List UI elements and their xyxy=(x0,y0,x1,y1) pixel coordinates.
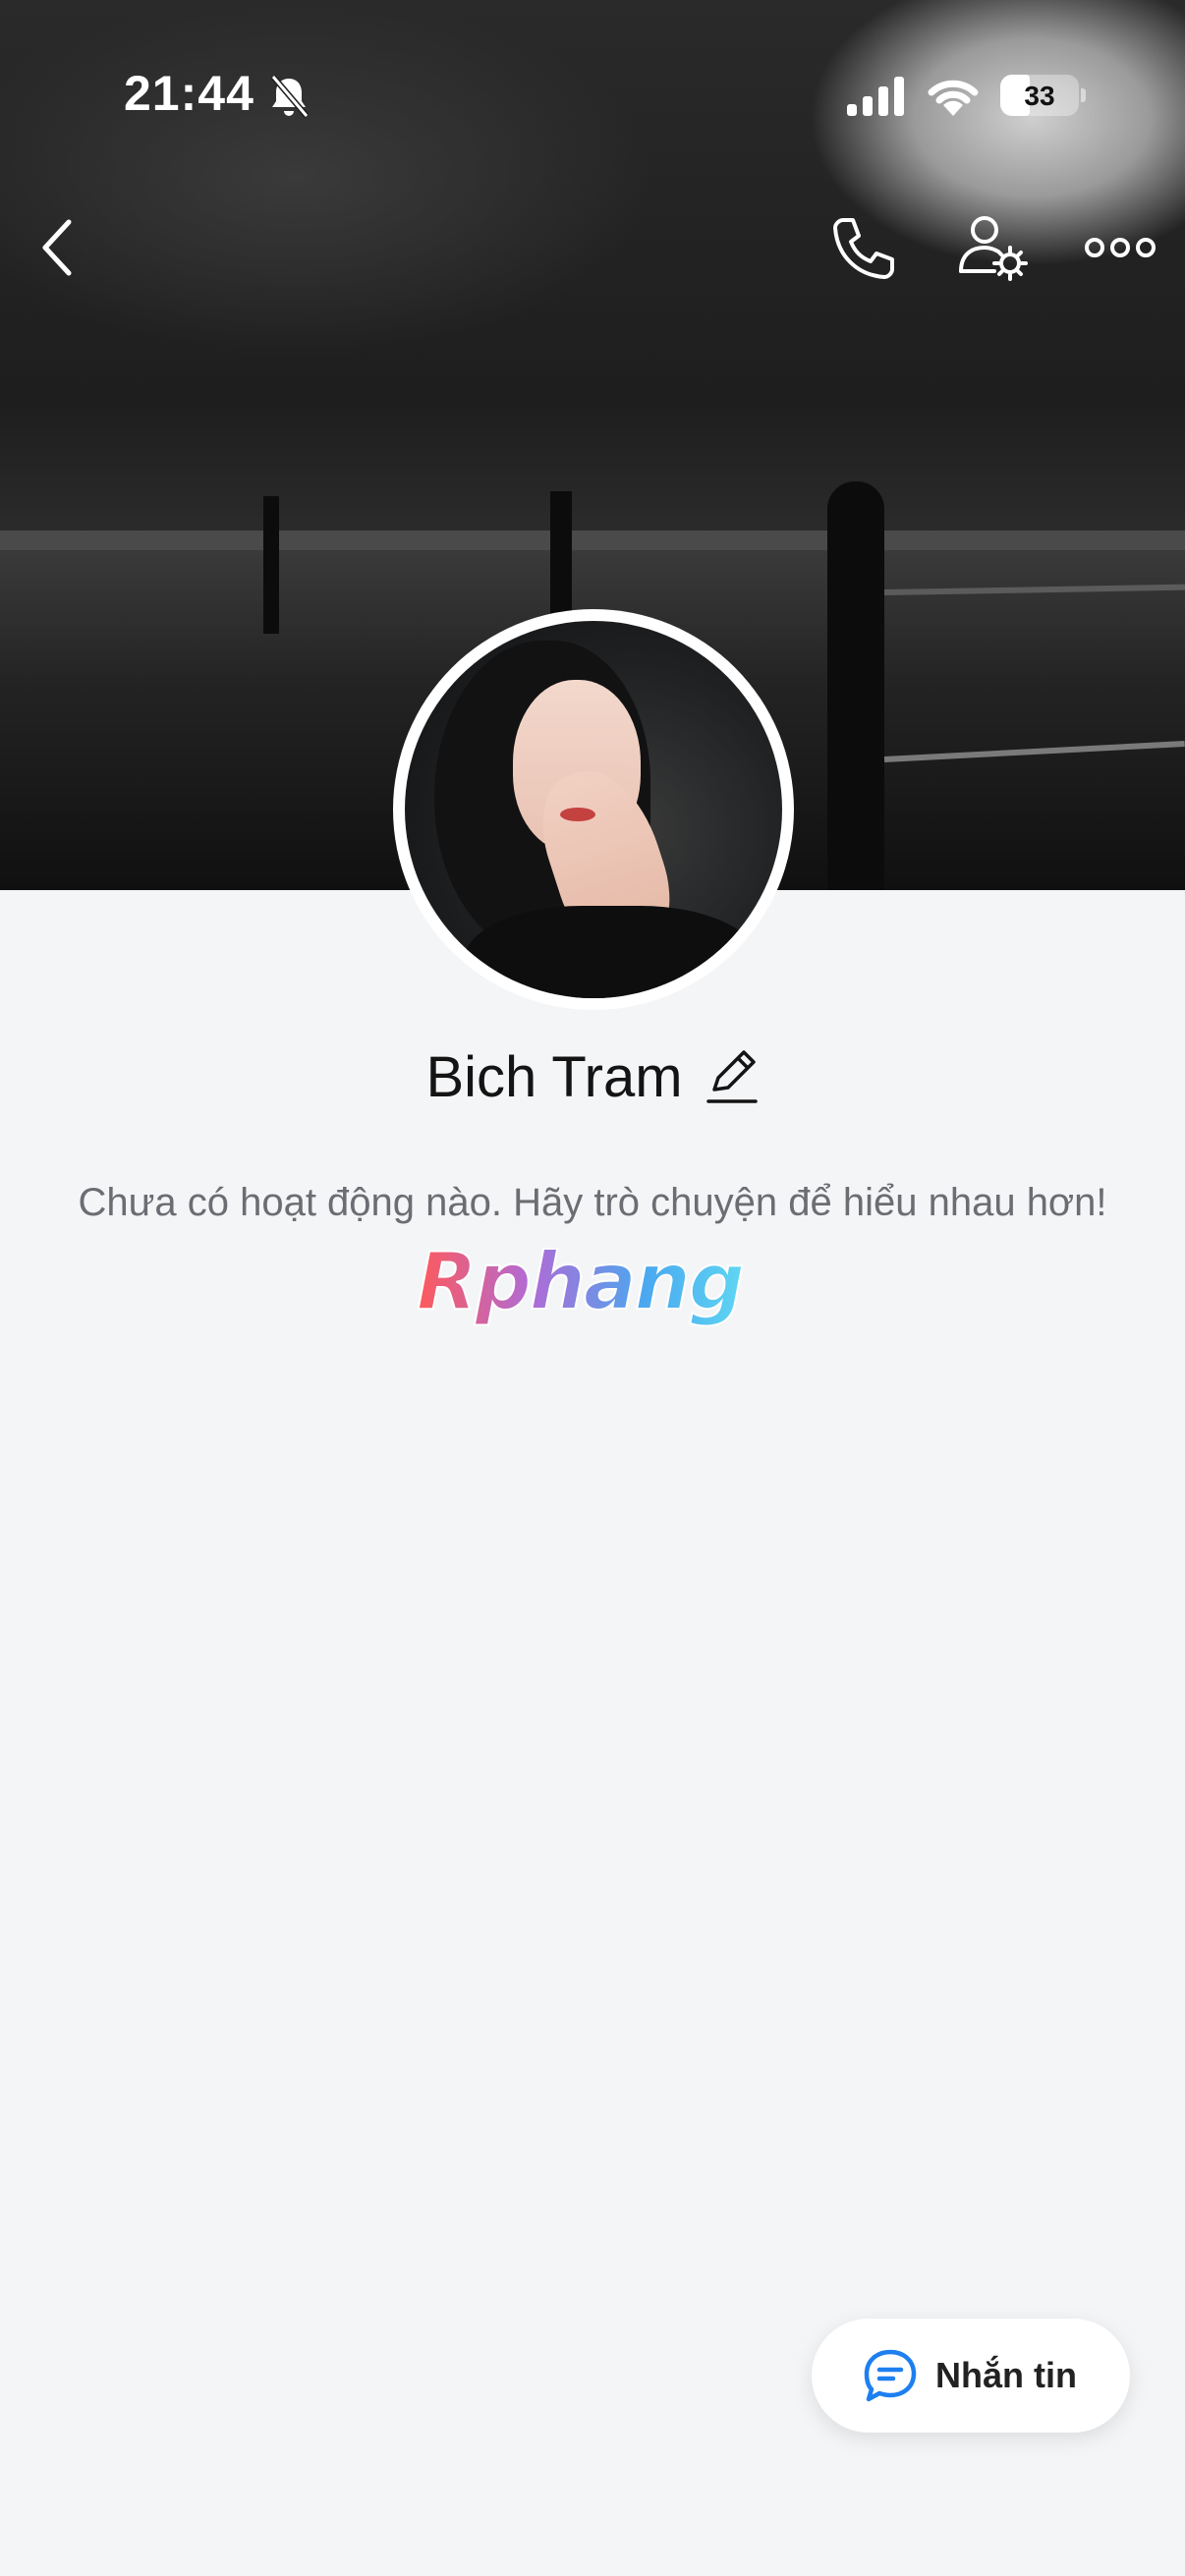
empty-activity-message: Chưa có hoạt động nào. Hãy trò chuyện để… xyxy=(78,1181,1107,1224)
message-button[interactable]: Nhắn tin xyxy=(812,2319,1130,2433)
back-chevron-icon xyxy=(42,219,72,276)
more-icon xyxy=(1085,238,1156,257)
avatar-photo xyxy=(405,621,782,998)
status-time: 21:44 xyxy=(124,66,254,121)
battery-percent: 33 xyxy=(1024,81,1055,111)
more-options-button[interactable] xyxy=(1085,222,1156,273)
cellular-signal-icon xyxy=(847,77,904,116)
profile-settings-button[interactable] xyxy=(955,210,1032,285)
bell-slash-icon xyxy=(270,75,310,118)
call-button[interactable] xyxy=(825,210,900,285)
back-button[interactable] xyxy=(29,210,88,285)
profile-name-row: Bich Tram xyxy=(0,1037,1185,1116)
wifi-icon xyxy=(928,80,979,116)
avatar[interactable] xyxy=(393,609,794,1010)
battery-icon: 33 xyxy=(1000,75,1079,116)
user-settings-icon xyxy=(959,216,1028,281)
battery-cap xyxy=(1081,88,1086,102)
chat-bubble-icon xyxy=(864,2349,917,2402)
cover-post xyxy=(263,496,279,634)
message-button-label: Nhắn tin xyxy=(935,2355,1077,2395)
status-bar: 21:44 33 xyxy=(0,0,1185,187)
profile-name: Bich Tram xyxy=(425,1044,683,1109)
watermark-logo: Rphang xyxy=(416,1240,746,1328)
svg-text:Rphang: Rphang xyxy=(417,1240,743,1327)
cover-post xyxy=(827,481,884,890)
edit-pencil-icon[interactable] xyxy=(705,1046,760,1107)
phone-icon xyxy=(833,218,894,279)
